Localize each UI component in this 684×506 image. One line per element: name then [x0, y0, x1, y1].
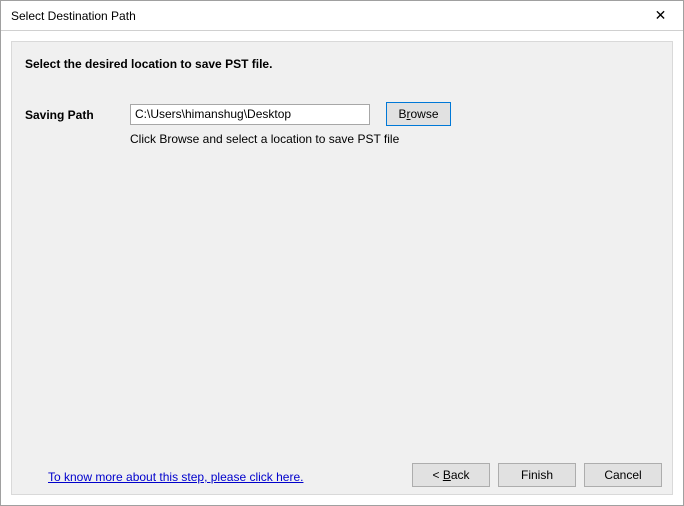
close-button[interactable]: ✕: [638, 1, 683, 30]
window-title: Select Destination Path: [11, 9, 136, 23]
cancel-button[interactable]: Cancel: [584, 463, 662, 487]
saving-path-input[interactable]: [130, 104, 370, 125]
instruction-text: Select the desired location to save PST …: [25, 57, 272, 71]
close-icon: ✕: [655, 7, 667, 24]
saving-path-row: Saving Path Browse: [25, 102, 451, 126]
help-link[interactable]: To know more about this step, please cli…: [48, 470, 303, 484]
back-button[interactable]: < Back: [412, 463, 490, 487]
inner-panel: Select the desired location to save PST …: [11, 41, 673, 495]
hint-text: Click Browse and select a location to sa…: [130, 132, 399, 146]
browse-button[interactable]: Browse: [386, 102, 451, 126]
dialog-window: Select Destination Path ✕ Select the des…: [0, 0, 684, 506]
finish-button[interactable]: Finish: [498, 463, 576, 487]
wizard-buttons: < Back Finish Cancel: [412, 463, 662, 487]
content-area: Select the desired location to save PST …: [1, 31, 683, 505]
saving-path-label: Saving Path: [25, 106, 130, 122]
titlebar: Select Destination Path ✕: [1, 1, 683, 31]
